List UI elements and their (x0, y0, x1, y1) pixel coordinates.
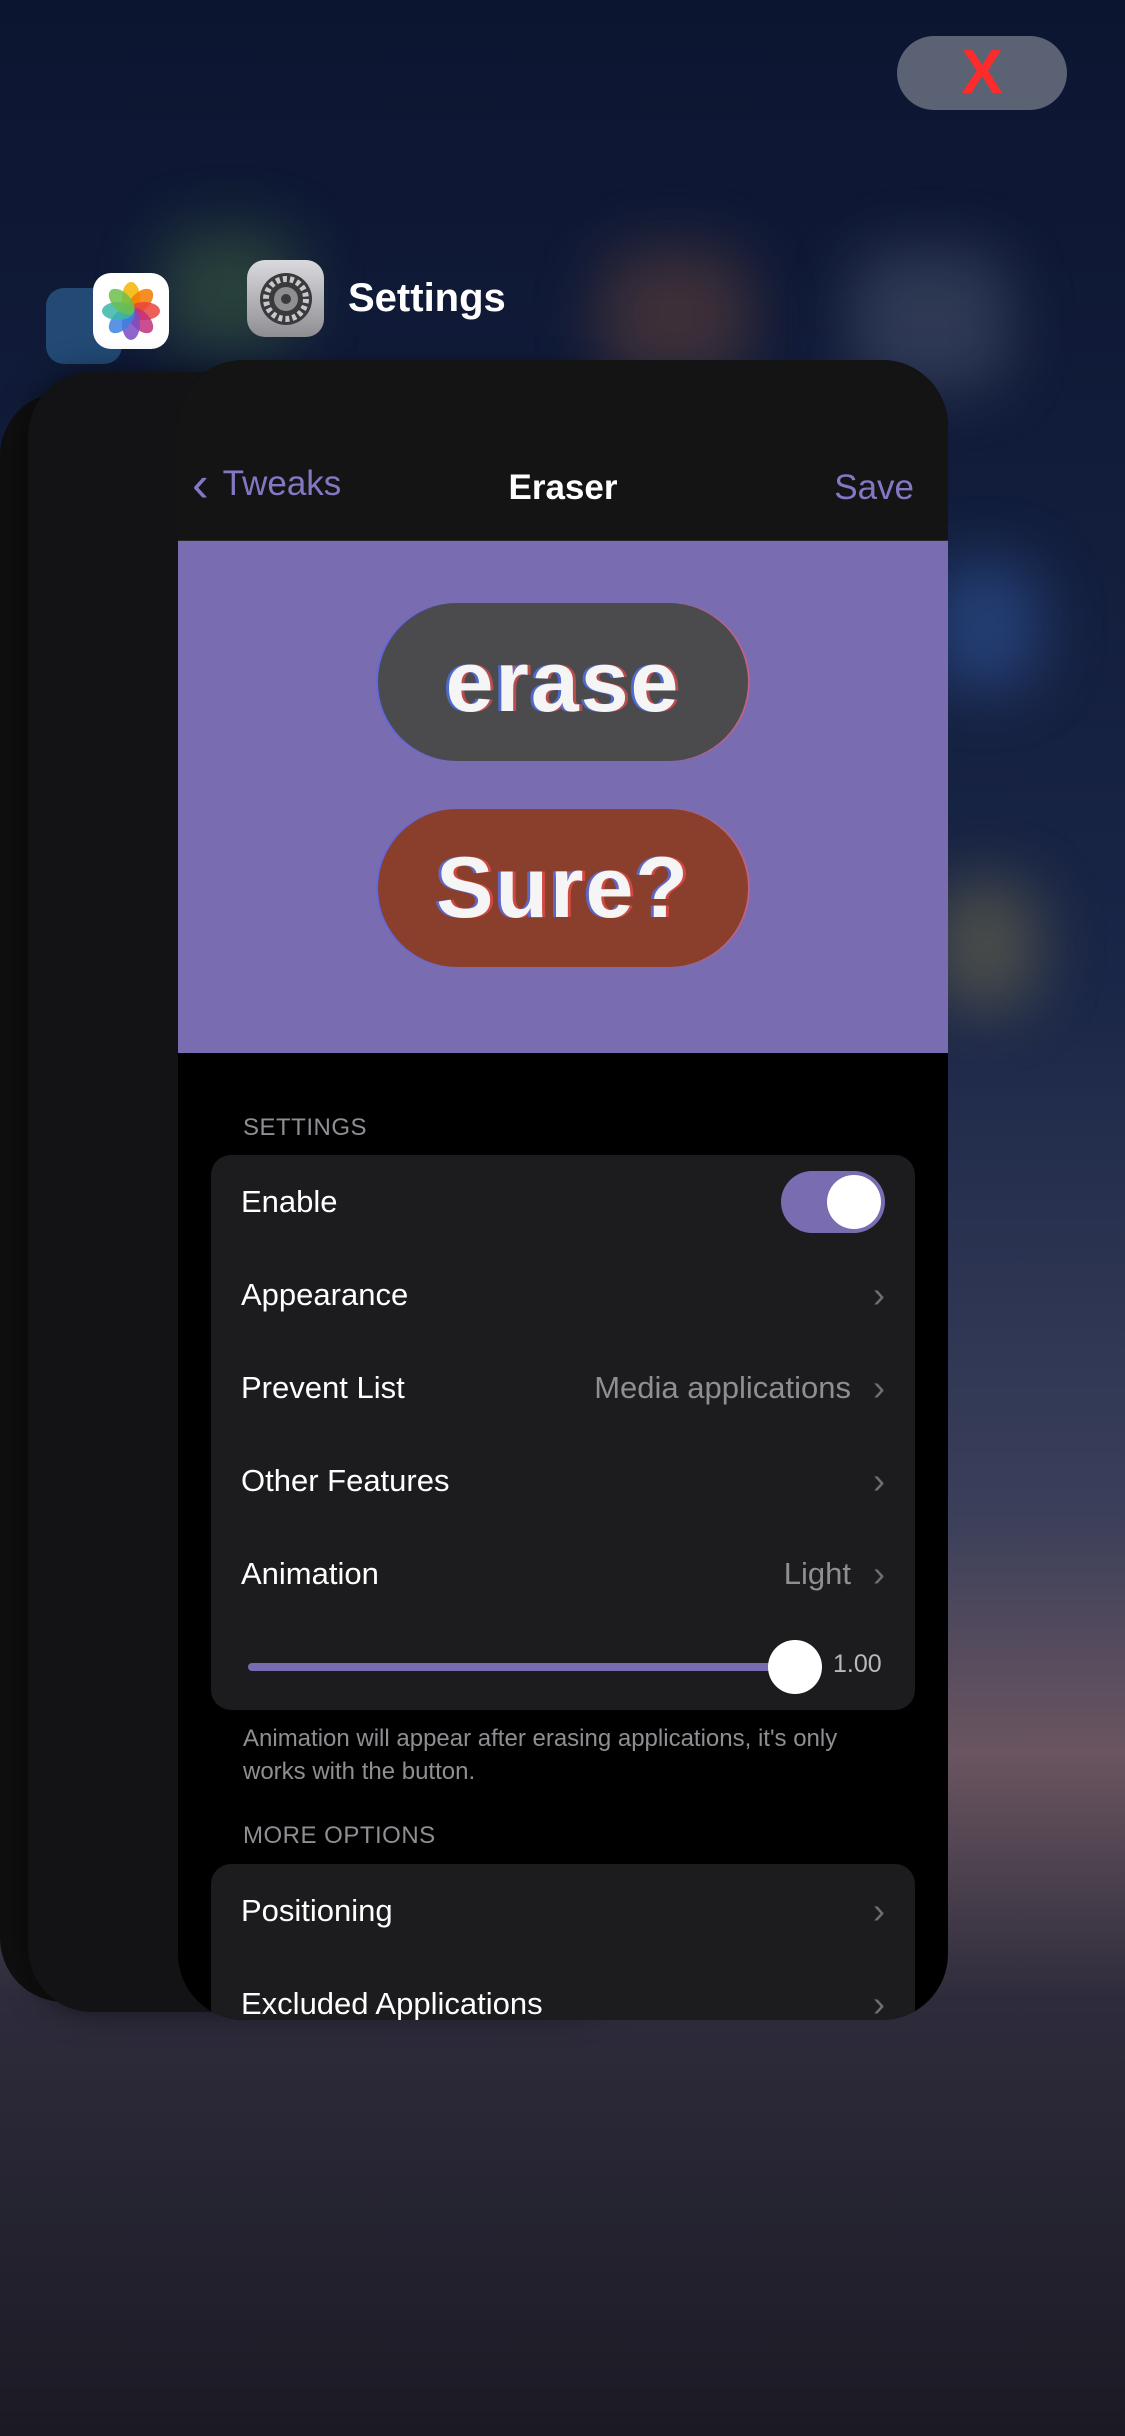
chevron-right-icon: › (873, 1552, 885, 1594)
chevron-right-icon: › (873, 1982, 885, 2021)
settings-app-card[interactable]: ‹ Tweaks Eraser Save erase Sure? SETTING… (178, 360, 948, 2020)
chevron-right-icon: › (873, 1459, 885, 1501)
settings-group: Enable Appearance › Prevent List Media a… (211, 1155, 915, 1710)
enable-label: Enable (241, 1183, 338, 1219)
chevron-right-icon: › (873, 1889, 885, 1931)
other-features-row[interactable]: Other Features › (211, 1434, 915, 1527)
enable-toggle[interactable] (781, 1170, 885, 1233)
chevron-right-icon: › (873, 1273, 885, 1315)
animation-value: Light (783, 1555, 851, 1591)
gear-icon (259, 272, 312, 325)
excluded-applications-row[interactable]: Excluded Applications › (211, 1957, 915, 2021)
app-switcher-title: Settings (348, 276, 506, 320)
chevron-right-icon: › (873, 1366, 885, 1408)
prevent-list-row[interactable]: Prevent List Media applications › (211, 1341, 915, 1434)
enable-row: Enable (211, 1155, 915, 1248)
section-header-settings: SETTINGS (243, 1114, 368, 1141)
photos-icon[interactable] (93, 273, 169, 349)
positioning-row[interactable]: Positioning › (211, 1864, 915, 1957)
navigation-bar: ‹ Tweaks Eraser Save (178, 360, 948, 541)
page-title: Eraser (508, 468, 618, 507)
save-button[interactable]: Save (834, 468, 914, 508)
excluded-applications-label: Excluded Applications (241, 1985, 543, 2021)
animation-slider-value: 1.00 (833, 1650, 882, 1678)
animation-footnote: Animation will appear after erasing appl… (243, 1725, 838, 1785)
animation-slider-track[interactable] (248, 1663, 788, 1671)
sure-preview: Sure? (378, 809, 748, 967)
toggle-knob (827, 1174, 881, 1229)
section-header-more-options: MORE OPTIONS (243, 1822, 436, 1849)
appearance-label: Appearance (241, 1276, 409, 1312)
close-icon: X (961, 38, 1003, 107)
prevent-list-label: Prevent List (241, 1369, 405, 1405)
animation-row[interactable]: Animation Light › (211, 1527, 915, 1620)
other-features-label: Other Features (241, 1462, 450, 1498)
appearance-row[interactable]: Appearance › (211, 1248, 915, 1341)
erase-preview: erase (378, 603, 748, 761)
prevent-list-value: Media applications (594, 1369, 851, 1405)
preview-banner: erase Sure? (178, 541, 948, 1053)
positioning-label: Positioning (241, 1892, 393, 1928)
more-options-group: Positioning › Excluded Applications › (211, 1864, 915, 2020)
settings-app-icon[interactable] (247, 260, 324, 337)
animation-slider-row: 1.00 (211, 1620, 915, 1710)
animation-label: Animation (241, 1555, 379, 1591)
close-button[interactable]: X (897, 36, 1067, 110)
animation-slider-thumb[interactable] (768, 1640, 822, 1694)
